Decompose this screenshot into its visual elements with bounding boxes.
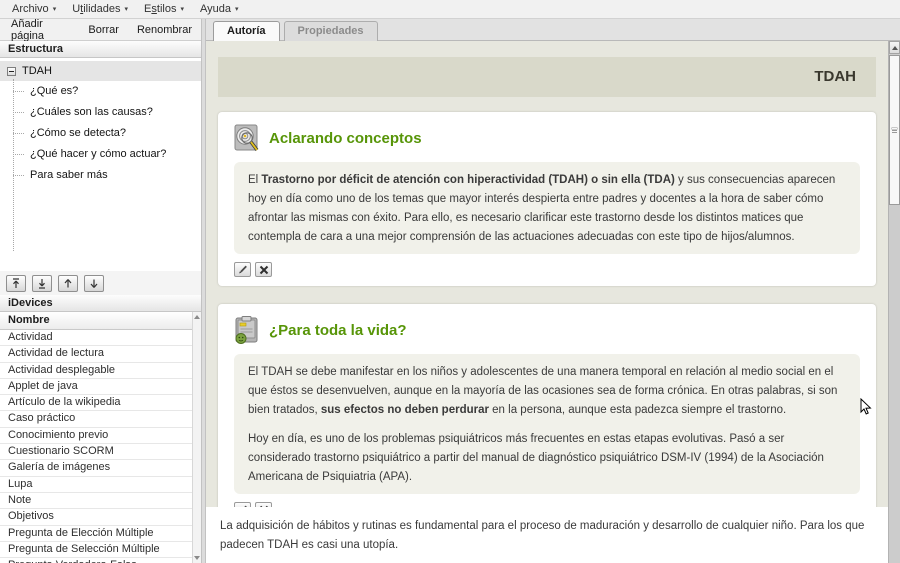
tree-node-causas[interactable]: ¿Cuáles son las causas?	[13, 102, 201, 123]
move-down-button[interactable]	[84, 275, 104, 292]
dropdown-caret-icon: ▾	[235, 6, 239, 13]
idevices-panel-header: iDevices	[0, 295, 201, 312]
menu-ayuda[interactable]: Ayuda ▾	[193, 1, 248, 17]
menu-label: Ayuda	[200, 3, 231, 15]
tree-node-que-es[interactable]: ¿Qué es?	[13, 81, 201, 102]
arrow-down-icon	[89, 278, 99, 289]
menu-estilos[interactable]: Estilos ▾	[137, 1, 193, 17]
idevice-item[interactable]: Artículo de la wikipedia	[0, 395, 192, 411]
add-page-button[interactable]: Añadir página	[2, 15, 79, 45]
paragraph: El TDAH se debe manifestar en los niños …	[248, 363, 846, 420]
dropdown-caret-icon: ▾	[53, 6, 57, 13]
idevices-list: Actividad Actividad de lectura Actividad…	[0, 330, 192, 563]
node-move-toolbar	[0, 271, 201, 295]
delete-x-icon	[259, 265, 269, 275]
menubar: Archivo ▾ Utilidades ▾ Estilos ▾ Ayuda ▾	[0, 0, 900, 19]
free-text-paragraph: La adquisición de hábitos y rutinas es f…	[206, 507, 888, 555]
tab-propiedades[interactable]: Propiedades	[284, 21, 378, 41]
delete-x-icon	[259, 505, 269, 508]
move-up-button[interactable]	[58, 275, 78, 292]
delete-idevice-button[interactable]	[255, 502, 272, 507]
page-title: TDAH	[218, 57, 876, 97]
paragraph: El Trastorno por déficit de atención con…	[248, 171, 846, 247]
idevice-item[interactable]: Pregunta de Selección Múltiple	[0, 542, 192, 558]
idevice-item[interactable]: Caso práctico	[0, 411, 192, 427]
move-to-bottom-button[interactable]	[32, 275, 52, 292]
page-toolbar: Añadir página Borrar Renombrar	[0, 19, 201, 41]
mouse-cursor-icon	[860, 398, 872, 419]
reading-target-icon	[234, 124, 259, 152]
main-scrollbar[interactable]	[888, 41, 900, 563]
idevice-item[interactable]: Pregunta de Elección Múltiple	[0, 526, 192, 542]
tree-root-label: TDAH	[22, 65, 52, 77]
idevice-item[interactable]: Note	[0, 493, 192, 509]
delete-idevice-button[interactable]	[255, 262, 272, 277]
idevice-item[interactable]: Cuestionario SCORM	[0, 444, 192, 460]
main-tabs: Autoría Propiedades	[206, 19, 900, 41]
menu-label: U	[72, 3, 80, 15]
paragraph: Hoy en día, es uno de los problemas psiq…	[248, 430, 846, 487]
tree-node-detecta[interactable]: ¿Cómo se detecta?	[13, 123, 201, 144]
idevices-scrollbar[interactable]	[192, 312, 201, 563]
idevice-actions	[234, 262, 860, 277]
arrow-down-bar-icon	[37, 278, 47, 289]
move-to-top-button[interactable]	[6, 275, 26, 292]
rename-page-button[interactable]: Renombrar	[128, 21, 201, 39]
idevice-content: El TDAH se debe manifestar en los niños …	[234, 354, 860, 494]
menu-label: Archivo	[12, 3, 49, 15]
dropdown-caret-icon: ▾	[180, 6, 184, 13]
scrollbar-up-button[interactable]	[889, 41, 900, 54]
exelearning-window: Archivo ▾ Utilidades ▾ Estilos ▾ Ayuda ▾…	[0, 0, 900, 563]
pencil-icon	[237, 504, 248, 507]
idevice-content: El Trastorno por déficit de atención con…	[234, 162, 860, 254]
edit-idevice-button[interactable]	[234, 502, 251, 507]
idevice-title-row: Aclarando conceptos	[234, 124, 860, 152]
package-content: TDAH Aclarando conceptos	[206, 41, 888, 507]
delete-page-button[interactable]: Borrar	[79, 21, 128, 39]
case-study-icon	[234, 316, 259, 344]
edit-idevice-button[interactable]	[234, 262, 251, 277]
idevice-box-aclarando: Aclarando conceptos El Trastorno por déf…	[218, 112, 876, 286]
arrow-up-bar-icon	[11, 278, 21, 289]
idevice-item[interactable]: Pregunta Verdadero-Falso	[0, 558, 192, 563]
tree-children: ¿Qué es? ¿Cuáles son las causas? ¿Cómo s…	[13, 81, 201, 186]
idevice-box-para-toda-la-vida: ¿Para toda la vida? El TDAH se debe mani…	[218, 304, 876, 507]
idevice-item[interactable]: Lupa	[0, 477, 192, 493]
idevice-item[interactable]: Galería de imágenes	[0, 460, 192, 476]
tree-node-saber-mas[interactable]: Para saber más	[13, 165, 201, 186]
idevice-item[interactable]: Actividad desplegable	[0, 363, 192, 379]
idevice-item[interactable]: Conocimiento previo	[0, 428, 192, 444]
idevice-item[interactable]: Applet de java	[0, 379, 192, 395]
tree-node-actuar[interactable]: ¿Qué hacer y cómo actuar?	[13, 144, 201, 165]
idevice-title: Aclarando conceptos	[269, 130, 422, 147]
collapse-icon[interactable]	[7, 67, 16, 76]
idevice-title-row: ¿Para toda la vida?	[234, 316, 860, 344]
idevices-column-header[interactable]: Nombre	[0, 312, 192, 330]
idevice-item[interactable]: Objetivos	[0, 509, 192, 525]
scroll-down-icon[interactable]	[194, 556, 200, 560]
authoring-area: TDAH Aclarando conceptos	[206, 41, 888, 563]
tab-autoria[interactable]: Autoría	[213, 21, 280, 41]
pencil-icon	[237, 264, 248, 275]
structure-panel-header: Estructura	[0, 41, 201, 58]
scrollbar-thumb[interactable]	[889, 55, 900, 205]
scroll-up-icon[interactable]	[194, 315, 200, 319]
idevice-item[interactable]: Actividad de lectura	[0, 346, 192, 362]
idevice-title: ¿Para toda la vida?	[269, 322, 407, 339]
tree-node-root[interactable]: TDAH	[0, 61, 201, 81]
scroll-up-icon	[892, 46, 898, 50]
idevice-item[interactable]: Actividad	[0, 330, 192, 346]
dropdown-caret-icon: ▾	[125, 6, 129, 13]
arrow-up-icon	[63, 278, 73, 289]
structure-tree: TDAH ¿Qué es? ¿Cuáles son las causas? ¿C…	[0, 58, 201, 271]
